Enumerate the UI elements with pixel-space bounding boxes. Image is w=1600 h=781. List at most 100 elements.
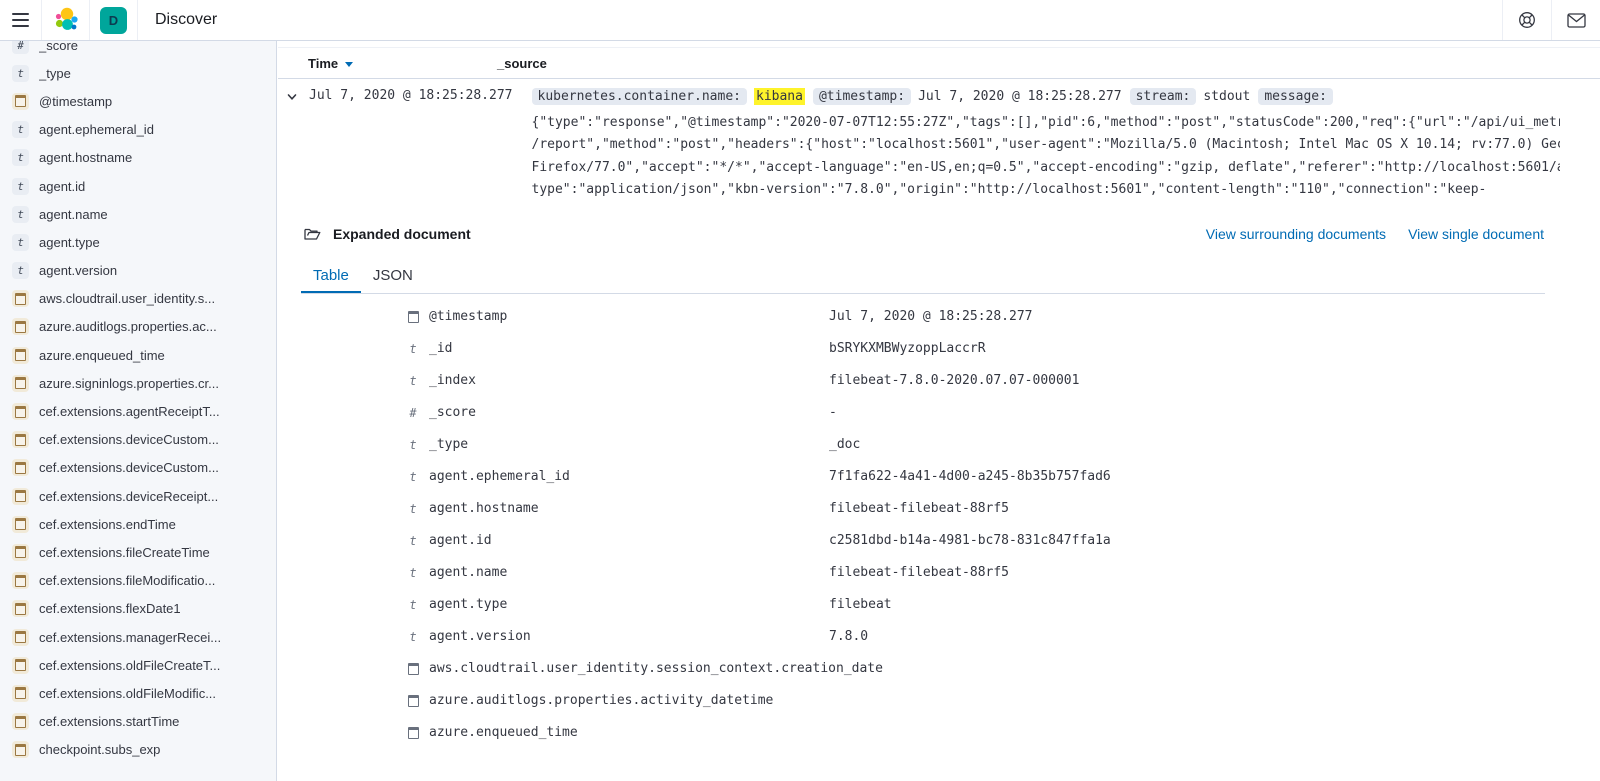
field-name-label: agent.name bbox=[39, 207, 108, 222]
field-type-icon bbox=[12, 318, 29, 335]
field-value: filebeat-filebeat-88rf5 bbox=[829, 501, 1009, 516]
document-detail-table: @timestamp Jul 7, 2020 @ 18:25:28.277 t … bbox=[278, 301, 1600, 749]
field-type-icon bbox=[406, 311, 420, 323]
sidebar-field-item[interactable]: azure.signinlogs.properties.cr... bbox=[0, 369, 276, 397]
document-field-row[interactable]: t agent.id c2581dbd-b14a-4981-bc78-831c8… bbox=[278, 525, 1600, 557]
sidebar-field-item[interactable]: cef.extensions.deviceCustom... bbox=[0, 426, 276, 454]
sidebar-field-item[interactable]: azure.auditlogs.properties.ac... bbox=[0, 313, 276, 341]
view-single-document-link[interactable]: View single document bbox=[1408, 226, 1544, 242]
sidebar-field-item[interactable]: cef.extensions.startTime bbox=[0, 708, 276, 736]
source-field-pair: kubernetes.container.name: kibana bbox=[532, 88, 805, 105]
document-field-row[interactable]: azure.enqueued_time bbox=[278, 717, 1600, 749]
field-type-icon: t bbox=[12, 262, 29, 279]
sidebar-field-item[interactable]: cef.extensions.oldFileCreateT... bbox=[0, 651, 276, 679]
field-type-icon: t bbox=[12, 178, 29, 195]
newsfeed-button[interactable] bbox=[1552, 0, 1600, 40]
document-field-row[interactable]: t _type _doc bbox=[278, 429, 1600, 461]
document-timestamp: Jul 7, 2020 @ 18:25:28.277 bbox=[309, 88, 513, 202]
field-name-label: cef.extensions.deviceCustom... bbox=[39, 432, 219, 447]
sidebar-field-item[interactable]: cef.extensions.flexDate1 bbox=[0, 595, 276, 623]
sidebar-field-item[interactable]: t agent.id bbox=[0, 172, 276, 200]
field-value: 7.8.0 bbox=[829, 629, 868, 644]
sidebar-field-item[interactable]: t agent.version bbox=[0, 257, 276, 285]
sidebar-field-item[interactable]: cef.extensions.agentReceiptT... bbox=[0, 397, 276, 425]
document-field-row[interactable]: t agent.type filebeat bbox=[278, 589, 1600, 621]
document-field-row[interactable]: t _id bSRYKXMBWyzoppLaccrR bbox=[278, 333, 1600, 365]
field-type-icon bbox=[12, 403, 29, 420]
field-type-icon bbox=[12, 516, 29, 533]
sidebar-field-item[interactable]: @timestamp bbox=[0, 87, 276, 115]
divider bbox=[89, 0, 90, 40]
page-title: Discover bbox=[155, 11, 217, 29]
field-type-icon: t bbox=[406, 470, 420, 484]
help-lifering-icon bbox=[1518, 11, 1536, 29]
documents-table-header: Time _source bbox=[278, 48, 1600, 79]
field-type-icon bbox=[12, 713, 29, 730]
field-name: _index bbox=[429, 373, 829, 388]
document-field-row[interactable]: t agent.hostname filebeat-filebeat-88rf5 bbox=[278, 493, 1600, 525]
log-message: {"type":"response","@timestamp":"2020-07… bbox=[532, 112, 1561, 202]
document-field-row[interactable]: t agent.name filebeat-filebeat-88rf5 bbox=[278, 557, 1600, 589]
collapse-row-button[interactable] bbox=[284, 90, 300, 106]
document-field-row[interactable]: t agent.version 7.8.0 bbox=[278, 621, 1600, 653]
field-type-icon bbox=[406, 695, 420, 707]
source-field-pair: @timestamp: Jul 7, 2020 @ 18:25:28.277 bbox=[813, 88, 1122, 105]
field-type-icon bbox=[12, 544, 29, 561]
detail-tab[interactable]: JSON bbox=[361, 258, 425, 293]
document-field-row[interactable]: aws.cloudtrail.user_identity.session_con… bbox=[278, 653, 1600, 685]
source-column-header: _source bbox=[497, 56, 547, 71]
menu-toggle-button[interactable] bbox=[0, 0, 41, 40]
field-name-label: _score bbox=[39, 41, 78, 53]
field-type-icon bbox=[12, 629, 29, 646]
sidebar-field-item[interactable]: t agent.hostname bbox=[0, 144, 276, 172]
sidebar-field-item[interactable]: checkpoint.subs_exp bbox=[0, 736, 276, 764]
field-type-icon bbox=[12, 741, 29, 758]
field-name: agent.ephemeral_id bbox=[429, 469, 829, 484]
field-type-icon bbox=[406, 663, 420, 675]
field-key-badge: stream: bbox=[1130, 88, 1197, 105]
sidebar-field-item[interactable]: t agent.ephemeral_id bbox=[0, 116, 276, 144]
field-name: azure.auditlogs.properties.activity_date… bbox=[429, 693, 829, 708]
elastic-logo[interactable] bbox=[42, 0, 89, 40]
help-button[interactable] bbox=[1503, 0, 1551, 40]
document-field-row[interactable]: t agent.ephemeral_id 7f1fa622-4a41-4d00-… bbox=[278, 461, 1600, 493]
expanded-document-title: Expanded document bbox=[333, 226, 471, 242]
sidebar-field-item[interactable]: t agent.name bbox=[0, 200, 276, 228]
document-field-row[interactable]: t _index filebeat-7.8.0-2020.07.07-00000… bbox=[278, 365, 1600, 397]
field-value: 7f1fa622-4a41-4d00-a245-8b35b757fad6 bbox=[829, 469, 1111, 484]
sidebar-field-item[interactable]: cef.extensions.oldFileModific... bbox=[0, 679, 276, 707]
time-column-header[interactable]: Time bbox=[308, 56, 497, 71]
field-name-label: _type bbox=[39, 66, 71, 81]
field-key-badge: kubernetes.container.name: bbox=[532, 88, 748, 105]
field-name-label: agent.id bbox=[39, 179, 85, 194]
sort-descending-icon[interactable] bbox=[345, 62, 353, 67]
sidebar-field-item[interactable]: aws.cloudtrail.user_identity.s... bbox=[0, 285, 276, 313]
detail-tab[interactable]: Table bbox=[301, 258, 361, 293]
field-type-icon bbox=[12, 431, 29, 448]
document-row: Jul 7, 2020 @ 18:25:28.277 kubernetes.co… bbox=[278, 79, 1600, 202]
sidebar-field-item[interactable]: t agent.type bbox=[0, 228, 276, 256]
document-field-row[interactable]: azure.auditlogs.properties.activity_date… bbox=[278, 685, 1600, 717]
sidebar-field-item[interactable]: cef.extensions.managerRecei... bbox=[0, 623, 276, 651]
sidebar-field-item[interactable]: cef.extensions.fileModificatio... bbox=[0, 567, 276, 595]
elastic-logo-icon bbox=[53, 7, 79, 33]
field-value: filebeat bbox=[829, 597, 892, 612]
sidebar-field-item[interactable]: # _score bbox=[0, 41, 276, 59]
document-links: View surrounding documents View single d… bbox=[1206, 226, 1544, 242]
sidebar-field-item[interactable]: cef.extensions.deviceReceipt... bbox=[0, 482, 276, 510]
field-name-label: cef.extensions.fileCreateTime bbox=[39, 545, 210, 560]
field-type-icon bbox=[12, 347, 29, 364]
sidebar-field-item[interactable]: t _type bbox=[0, 59, 276, 87]
field-type-icon bbox=[12, 657, 29, 674]
sidebar-field-item[interactable]: cef.extensions.fileCreateTime bbox=[0, 538, 276, 566]
chevron-down-icon bbox=[286, 91, 298, 103]
documents-table: Time _source Jul 7, 2020 @ 18:25:28.277 … bbox=[278, 47, 1600, 202]
sidebar-field-item[interactable]: cef.extensions.deviceCustom... bbox=[0, 454, 276, 482]
discover-main-content: Time _source Jul 7, 2020 @ 18:25:28.277 … bbox=[278, 41, 1600, 781]
view-surrounding-documents-link[interactable]: View surrounding documents bbox=[1206, 226, 1386, 242]
document-field-row[interactable]: # _score - bbox=[278, 397, 1600, 429]
sidebar-field-item[interactable]: cef.extensions.endTime bbox=[0, 510, 276, 538]
discover-app-badge: D bbox=[100, 7, 127, 34]
document-field-row[interactable]: @timestamp Jul 7, 2020 @ 18:25:28.277 bbox=[278, 301, 1600, 333]
sidebar-field-item[interactable]: azure.enqueued_time bbox=[0, 341, 276, 369]
